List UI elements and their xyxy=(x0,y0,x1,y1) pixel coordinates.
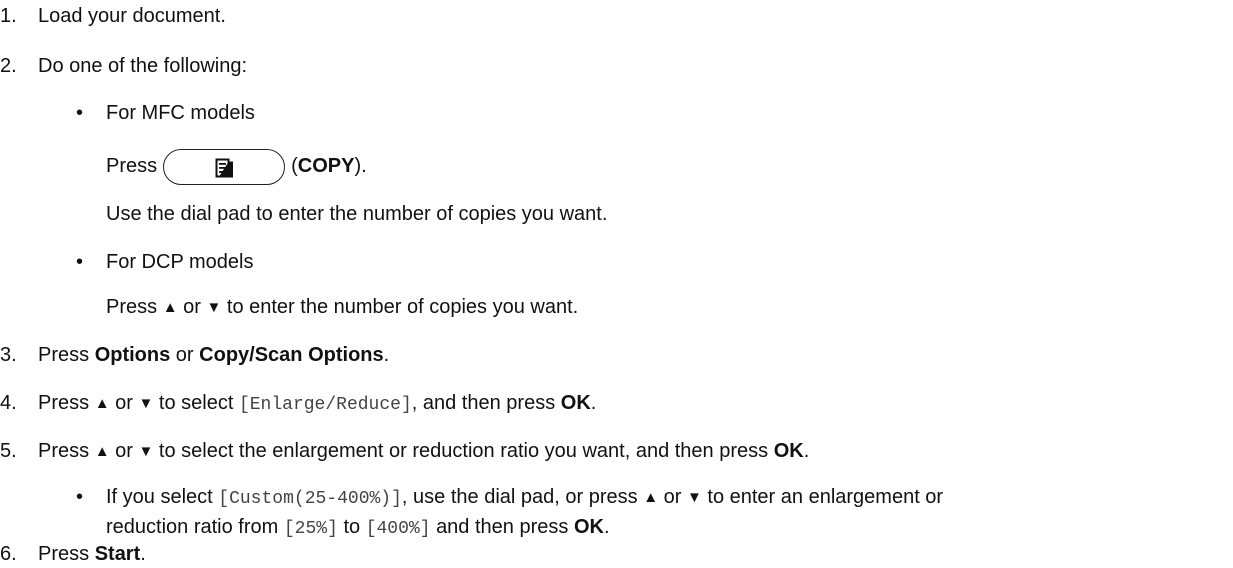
step-text: Load your document. xyxy=(38,5,226,27)
step-number: 1. xyxy=(0,5,17,27)
copy-document-icon xyxy=(215,158,234,178)
enlarge-reduce-menu: [Enlarge/Reduce] xyxy=(238,395,412,415)
start-label: Start xyxy=(94,543,141,565)
mfc-heading: For MFC models xyxy=(106,102,255,124)
step-number: 6. xyxy=(0,543,17,565)
dcp-heading: For DCP models xyxy=(106,251,254,273)
bullet: • xyxy=(76,251,84,273)
max-ratio: [400%] xyxy=(365,519,431,539)
step-number: 4. xyxy=(0,392,17,414)
bullet: • xyxy=(76,486,84,508)
step-text: Do one of the following: xyxy=(38,55,248,77)
up-arrow-icon: ▲ xyxy=(94,443,110,460)
min-ratio: [25%] xyxy=(283,519,338,539)
copy-button[interactable] xyxy=(163,148,286,185)
ok-label: OK xyxy=(573,516,604,538)
press-text: Press xyxy=(106,155,158,177)
copy-label: COPY xyxy=(297,155,355,177)
ok-label: OK xyxy=(560,392,591,414)
up-arrow-icon: ▲ xyxy=(94,395,110,412)
step-number: 2. xyxy=(0,55,17,77)
up-arrow-icon: ▲ xyxy=(643,489,659,506)
up-arrow-icon: ▲ xyxy=(162,299,178,316)
down-arrow-icon: ▼ xyxy=(138,395,154,412)
step-number: 5. xyxy=(0,440,17,462)
bullet: • xyxy=(76,102,84,124)
copy-scan-options-label: Copy/Scan Options xyxy=(199,344,384,366)
ok-label: OK xyxy=(773,440,804,462)
step-number: 3. xyxy=(0,344,17,366)
down-arrow-icon: ▼ xyxy=(138,443,154,460)
custom-menu: [Custom(25-400%)] xyxy=(218,489,402,509)
down-arrow-icon: ▼ xyxy=(686,489,702,506)
down-arrow-icon: ▼ xyxy=(206,299,222,316)
options-button-label: Options xyxy=(94,344,171,366)
